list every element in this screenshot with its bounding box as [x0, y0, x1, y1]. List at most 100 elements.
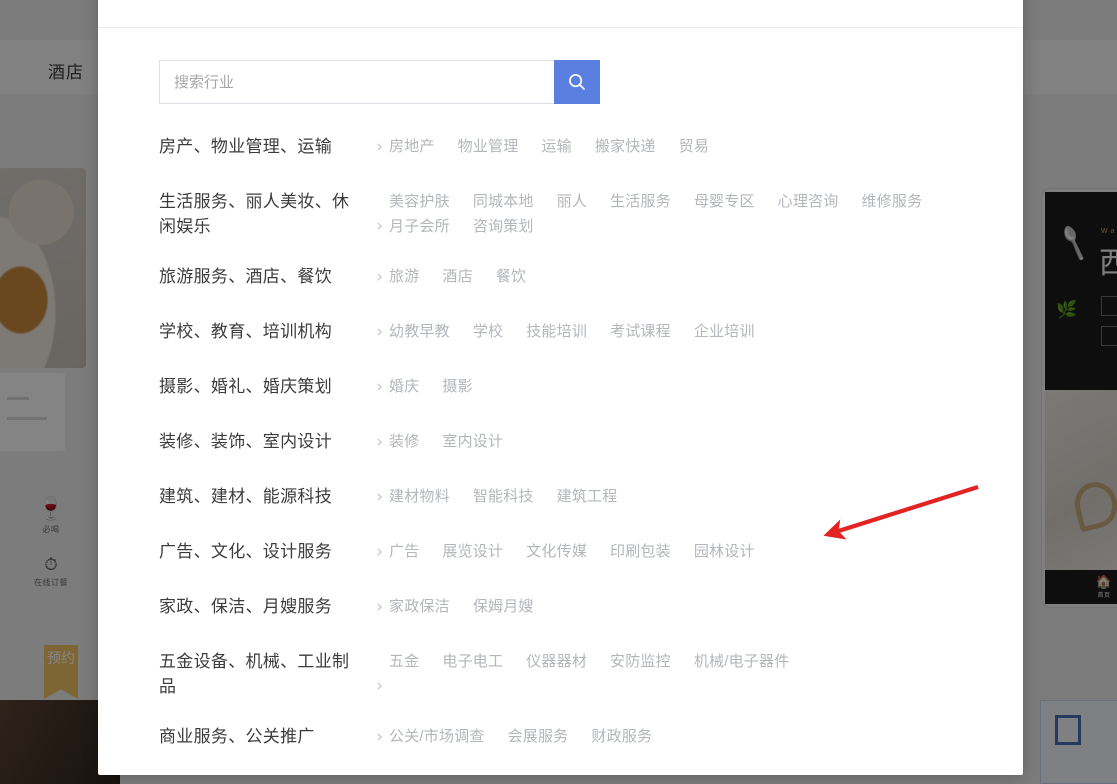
category-sub-item[interactable]: 家政保洁	[389, 594, 450, 619]
industry-picker-dialog: 房产、物业管理、运输›房地产物业管理运输搬家快递贸易生活服务、丽人美妆、休闲娱乐…	[98, 0, 1023, 775]
chevron-right-icon: ›	[376, 320, 383, 345]
category-sub-item[interactable]: 运输	[541, 134, 571, 159]
category-sub-list: 装修室内设计	[389, 429, 989, 454]
category-sub-item[interactable]: 广告	[389, 539, 419, 564]
category-sub-item[interactable]: 生活服务	[610, 189, 671, 214]
category-primary-label: 摄影、婚礼、婚庆策划	[159, 374, 332, 399]
chevron-right-icon: ›	[376, 540, 383, 565]
category-row[interactable]: 家政、保洁、月嫂服务 ›家政保洁保姆月嫂	[159, 582, 989, 637]
category-sub-item[interactable]: 幼教早教	[389, 319, 450, 344]
category-row[interactable]: 建筑、建材、能源科技 ›建材物料智能科技建筑工程	[159, 472, 989, 527]
chevron-right-icon: ›	[376, 595, 383, 620]
category-sub-item[interactable]: 室内设计	[442, 429, 503, 454]
category-sub-item[interactable]: 心理咨询	[778, 189, 839, 214]
chevron-right-icon: ›	[376, 214, 383, 239]
category-sub-item[interactable]: 婚庆	[389, 374, 419, 399]
category-sub-item[interactable]: 搬家快递	[595, 134, 656, 159]
category-row[interactable]: 生活服务、丽人美妆、休闲娱乐 ›美容护肤同城本地丽人生活服务母婴专区心理咨询维修服…	[159, 177, 989, 252]
category-sub-item[interactable]: 展览设计	[442, 539, 503, 564]
category-primary-label: 旅游服务、酒店、餐饮	[159, 264, 332, 289]
category-sub-item[interactable]: 智能科技	[473, 484, 534, 509]
category-primary-label: 建筑、建材、能源科技	[159, 484, 332, 509]
category-sub-list: 幼教早教学校技能培训考试课程企业培训	[389, 319, 989, 344]
category-sub-item[interactable]: 仪器器材	[526, 649, 587, 674]
category-primary[interactable]: 学校、教育、培训机构 ›	[159, 319, 389, 344]
chevron-right-icon: ›	[376, 725, 383, 747]
category-primary[interactable]: 旅游服务、酒店、餐饮›	[159, 264, 389, 289]
category-sub-item[interactable]: 摄影	[442, 374, 472, 399]
category-sub-item[interactable]: 印刷包装	[610, 539, 671, 564]
category-sub-item[interactable]: 维修服务	[861, 189, 922, 214]
category-sub-item[interactable]: 房地产	[389, 134, 435, 159]
category-primary[interactable]: 商业服务、公关推广 ›	[159, 724, 389, 747]
category-sub-item[interactable]: 园林设计	[694, 539, 755, 564]
category-row[interactable]: 商业服务、公关推广 › 公关/市场调查会展服务财政服务	[159, 712, 989, 747]
category-sub-item[interactable]: 建材物料	[389, 484, 450, 509]
category-sub-item[interactable]: 安防监控	[610, 649, 671, 674]
category-primary[interactable]: 家政、保洁、月嫂服务 ›	[159, 594, 389, 619]
category-primary[interactable]: 摄影、婚礼、婚庆策划 ›	[159, 374, 389, 399]
industry-category-list[interactable]: 房产、物业管理、运输›房地产物业管理运输搬家快递贸易生活服务、丽人美妆、休闲娱乐…	[159, 122, 989, 747]
category-row[interactable]: 旅游服务、酒店、餐饮›旅游酒店餐饮	[159, 252, 989, 307]
category-sub-item[interactable]: 建筑工程	[557, 484, 618, 509]
category-sub-list: 广告展览设计文化传媒印刷包装园林设计	[389, 539, 989, 564]
category-sub-item[interactable]: 保姆月嫂	[473, 594, 534, 619]
category-row[interactable]: 五金设备、机械、工业制品›五金电子电工仪器器材安防监控机械/电子器件	[159, 637, 989, 712]
category-row[interactable]: 广告、文化、设计服务 ›广告展览设计文化传媒印刷包装园林设计	[159, 527, 989, 582]
category-sub-item[interactable]: 咨询策划	[473, 214, 534, 239]
category-sub-item[interactable]: 丽人	[557, 189, 587, 214]
category-row[interactable]: 学校、教育、培训机构 ›幼教早教学校技能培训考试课程企业培训	[159, 307, 989, 362]
category-sub-item[interactable]: 机械/电子器件	[694, 649, 790, 674]
category-sub-item[interactable]: 财政服务	[591, 724, 652, 747]
category-sub-item[interactable]: 公关/市场调查	[389, 724, 485, 747]
category-primary[interactable]: 装修、装饰、室内设计 ›	[159, 429, 389, 454]
category-sub-item[interactable]: 学校	[473, 319, 503, 344]
category-sub-item[interactable]: 美容护肤	[389, 189, 450, 214]
category-primary-label: 家政、保洁、月嫂服务	[159, 594, 332, 619]
category-primary[interactable]: 五金设备、机械、工业制品›	[159, 649, 389, 699]
category-primary-label: 生活服务、丽人美妆、休闲娱乐	[159, 189, 355, 239]
category-sub-item[interactable]: 餐饮	[496, 264, 526, 289]
category-sub-list: 建材物料智能科技建筑工程	[389, 484, 989, 509]
category-primary-label: 装修、装饰、室内设计	[159, 429, 332, 454]
category-sub-item[interactable]: 物业管理	[458, 134, 519, 159]
category-sub-list: 美容护肤同城本地丽人生活服务母婴专区心理咨询维修服务月子会所咨询策划	[389, 189, 989, 239]
category-sub-item[interactable]: 企业培训	[694, 319, 755, 344]
category-primary-label: 学校、教育、培训机构	[159, 319, 332, 344]
category-sub-list: 家政保洁保姆月嫂	[389, 594, 989, 619]
category-primary-label: 商业服务、公关推广	[159, 724, 315, 747]
category-sub-item[interactable]: 同城本地	[473, 189, 534, 214]
chevron-right-icon: ›	[376, 375, 383, 400]
search-input[interactable]	[159, 60, 554, 104]
category-sub-item[interactable]: 技能培训	[526, 319, 587, 344]
category-sub-list: 公关/市场调查会展服务财政服务	[389, 724, 989, 747]
search-button[interactable]	[554, 60, 600, 104]
category-sub-item[interactable]: 酒店	[442, 264, 472, 289]
category-sub-item[interactable]: 考试课程	[610, 319, 671, 344]
category-primary[interactable]: 建筑、建材、能源科技 ›	[159, 484, 389, 509]
category-sub-item[interactable]: 贸易	[679, 134, 709, 159]
category-row[interactable]: 摄影、婚礼、婚庆策划 ›婚庆摄影	[159, 362, 989, 417]
category-sub-item[interactable]: 五金	[389, 649, 419, 674]
category-sub-item[interactable]: 母婴专区	[694, 189, 755, 214]
category-row[interactable]: 装修、装饰、室内设计 ›装修室内设计	[159, 417, 989, 472]
category-sub-item[interactable]: 电子电工	[442, 649, 503, 674]
screen: 酒店 🍷 必喝 ⏱ 在线订餐 预约 🥄 🌿 Wa 西	[0, 0, 1117, 784]
industry-search-row	[159, 60, 600, 104]
category-sub-item[interactable]: 文化传媒	[526, 539, 587, 564]
category-primary[interactable]: 生活服务、丽人美妆、休闲娱乐 ›	[159, 189, 389, 239]
chevron-right-icon: ›	[376, 430, 383, 455]
chevron-right-icon: ›	[376, 135, 383, 160]
category-primary[interactable]: 房产、物业管理、运输 ›	[159, 134, 389, 159]
category-row[interactable]: 房产、物业管理、运输 ›房地产物业管理运输搬家快递贸易	[159, 122, 989, 177]
category-sub-item[interactable]: 旅游	[389, 264, 419, 289]
category-primary-label: 房产、物业管理、运输	[159, 134, 332, 159]
category-primary-label: 五金设备、机械、工业制品	[159, 649, 355, 699]
chevron-right-icon: ›	[376, 485, 383, 510]
category-primary-label: 广告、文化、设计服务	[159, 539, 332, 564]
category-sub-item[interactable]: 装修	[389, 429, 419, 454]
category-sub-list: 五金电子电工仪器器材安防监控机械/电子器件	[389, 649, 989, 674]
category-primary[interactable]: 广告、文化、设计服务 ›	[159, 539, 389, 564]
category-sub-item[interactable]: 月子会所	[389, 214, 450, 239]
category-sub-item[interactable]: 会展服务	[508, 724, 569, 747]
